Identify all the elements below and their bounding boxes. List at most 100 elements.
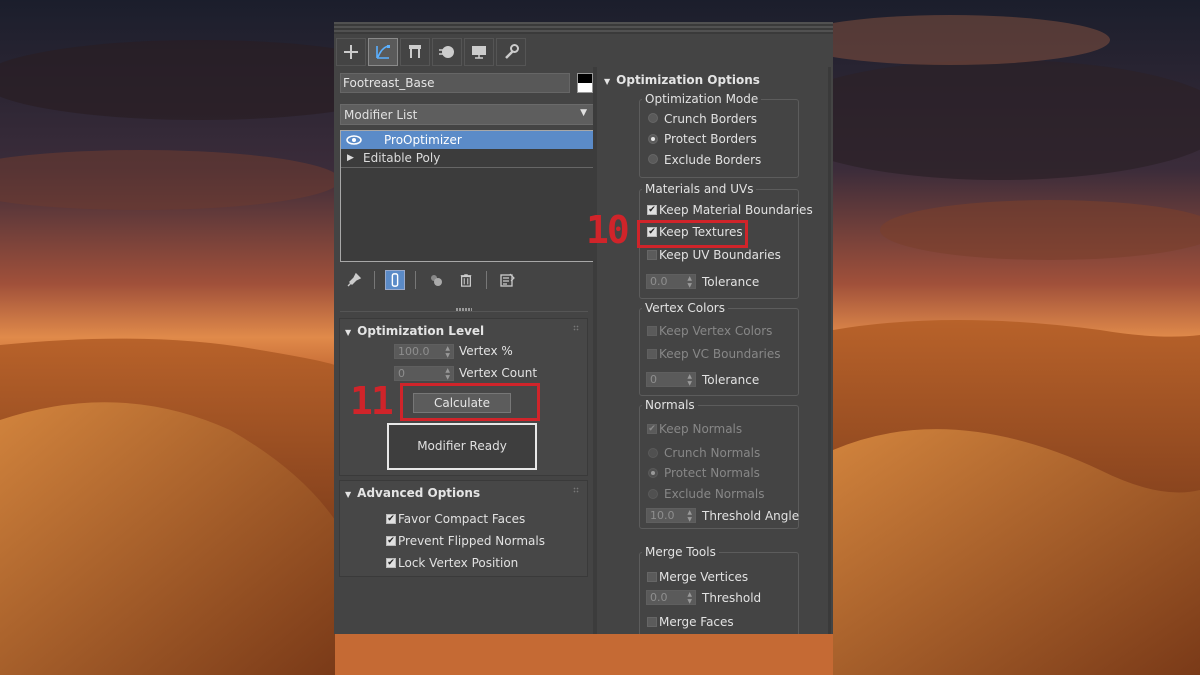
crunch-borders-radio[interactable] [648,113,658,123]
highlight-calculate [400,383,540,421]
threshold-label: Threshold [702,591,762,605]
spinner-value: 10.0 [650,509,675,522]
configure-icon [500,273,515,287]
chevron-down-icon: ▼ [580,108,587,118]
plus-icon [344,45,358,59]
tab-modify[interactable] [368,38,398,66]
tab-hierarchy[interactable] [400,38,430,66]
display-icon [472,46,486,59]
motion-icon [439,46,454,58]
protect-normals-radio[interactable] [648,468,658,478]
utilities-icon [505,44,519,59]
collapse-arrow-icon: ▼ [345,490,352,499]
step-number-11: 11 [350,379,394,423]
column-divider [593,67,597,634]
command-panel: Footreast_Base Modifier List ▼ ProOptimi… [334,22,833,634]
material-tolerance-spinner[interactable]: 0.0 ▲ ▼ [646,274,696,289]
vertex-percent-spinner[interactable]: 100.0 ▲ ▼ [394,344,454,359]
pin-stack-button[interactable] [344,270,364,290]
pin-icon [347,272,362,287]
radio-label: Protect Borders [664,132,757,146]
step-number-10: 10 [586,208,630,252]
spinner-arrows-icon[interactable]: ▲ ▼ [687,591,692,605]
radio-label: Exclude Normals [664,487,765,501]
expand-arrow-icon[interactable]: ▶ [347,149,354,167]
merge-faces-checkbox[interactable] [647,617,657,627]
spinner-arrows-icon[interactable]: ▲ ▼ [445,345,450,359]
vertex-color-tolerance-spinner[interactable]: 0 ▲ ▼ [646,372,696,387]
spinner-value: 0 [398,367,405,380]
tab-create[interactable] [336,38,366,66]
make-unique-icon [431,275,442,286]
splitter-grip[interactable] [456,308,472,311]
stack-item-label: Editable Poly [363,151,441,165]
keep-normals-checkbox[interactable]: ✔ [647,424,657,434]
rollout-title: Advanced Options [357,486,481,500]
vertex-count-label: Vertex Count [459,366,538,380]
checkbox-label: Merge Vertices [659,570,749,584]
stack-item-prooptimizer[interactable]: ProOptimizer [341,131,594,149]
exclude-normals-radio[interactable] [648,489,658,499]
optimization-options-header[interactable]: ▼ Optimization Options [604,73,760,87]
end-result-icon [391,273,399,287]
modify-icon [376,45,390,59]
status-display: Modifier Ready [387,423,537,470]
keep-material-boundaries-checkbox[interactable]: ✔ [647,205,657,215]
tolerance-label: Tolerance [702,275,760,289]
rollout-header[interactable]: ▼ Optimization Level [345,324,484,338]
threshold-angle-spinner[interactable]: 10.0 ▲ ▼ [646,508,696,523]
stack-item-label: ProOptimizer [384,133,462,147]
spinner-arrows-icon[interactable]: ▲ ▼ [687,275,692,289]
collapse-arrow-icon: ▼ [604,77,611,86]
scrollbar[interactable] [828,67,831,634]
spinner-arrows-icon[interactable]: ▲ ▼ [687,373,692,387]
protect-borders-radio[interactable] [648,134,658,144]
modifier-stack: ProOptimizer ▶ Editable Poly [340,130,595,262]
radio-label: Crunch Borders [664,112,758,126]
spinner-arrows-icon[interactable]: ▲ ▼ [687,509,692,523]
spinner-value: 0.0 [650,591,668,604]
show-end-result-button[interactable] [385,270,405,290]
merge-vertices-checkbox[interactable] [647,572,657,582]
vertex-count-spinner[interactable]: 0 ▲ ▼ [394,366,454,381]
panel-title-bar[interactable] [334,22,833,34]
keep-uv-boundaries-checkbox[interactable] [647,250,657,260]
checkbox-label: Merge Faces [659,615,734,629]
crunch-normals-radio[interactable] [648,448,658,458]
lock-vertex-position-checkbox[interactable]: ✔ [386,558,396,568]
object-color-swatch[interactable] [577,73,593,93]
highlight-keep-textures [637,220,748,248]
stack-item-editable-poly[interactable]: ▶ Editable Poly [341,149,594,167]
remove-modifier-button[interactable] [456,270,476,290]
radio-label: Protect Normals [664,466,760,480]
favor-compact-faces-checkbox[interactable]: ✔ [386,514,396,524]
checkbox-label: Lock Vertex Position [398,556,519,570]
hierarchy-icon [409,45,421,58]
group-title: Merge Tools [642,545,719,559]
checkbox-label: Keep UV Boundaries [659,248,781,262]
spinner-value: 100.0 [398,345,430,358]
spinner-arrows-icon[interactable]: ▲ ▼ [445,367,450,381]
prevent-flipped-normals-checkbox[interactable]: ✔ [386,536,396,546]
rollout-grip[interactable] [573,487,579,493]
object-name-field[interactable]: Footreast_Base [340,73,570,93]
eye-icon[interactable] [345,131,363,149]
tolerance-label: Tolerance [702,373,760,387]
configure-modifier-sets-button[interactable] [497,270,517,290]
radio-label: Crunch Normals [664,446,761,460]
exclude-borders-radio[interactable] [648,154,658,164]
modifier-list-dropdown[interactable]: Modifier List ▼ [340,104,594,125]
tab-utilities[interactable] [496,38,526,66]
tab-display[interactable] [464,38,494,66]
make-unique-button[interactable] [426,270,446,290]
keep-vertex-colors-checkbox[interactable] [647,326,657,336]
tab-motion[interactable] [432,38,462,66]
checkbox-label: Keep VC Boundaries [659,347,781,361]
group-title: Normals [642,398,698,412]
keep-vc-boundaries-checkbox[interactable] [647,349,657,359]
modifier-list-label: Modifier List [344,108,418,122]
merge-threshold-spinner[interactable]: 0.0 ▲ ▼ [646,590,696,605]
threshold-angle-label: Threshold Angle [702,509,800,523]
rollout-grip[interactable] [573,325,579,331]
rollout-header[interactable]: ▼ Advanced Options [345,486,480,500]
